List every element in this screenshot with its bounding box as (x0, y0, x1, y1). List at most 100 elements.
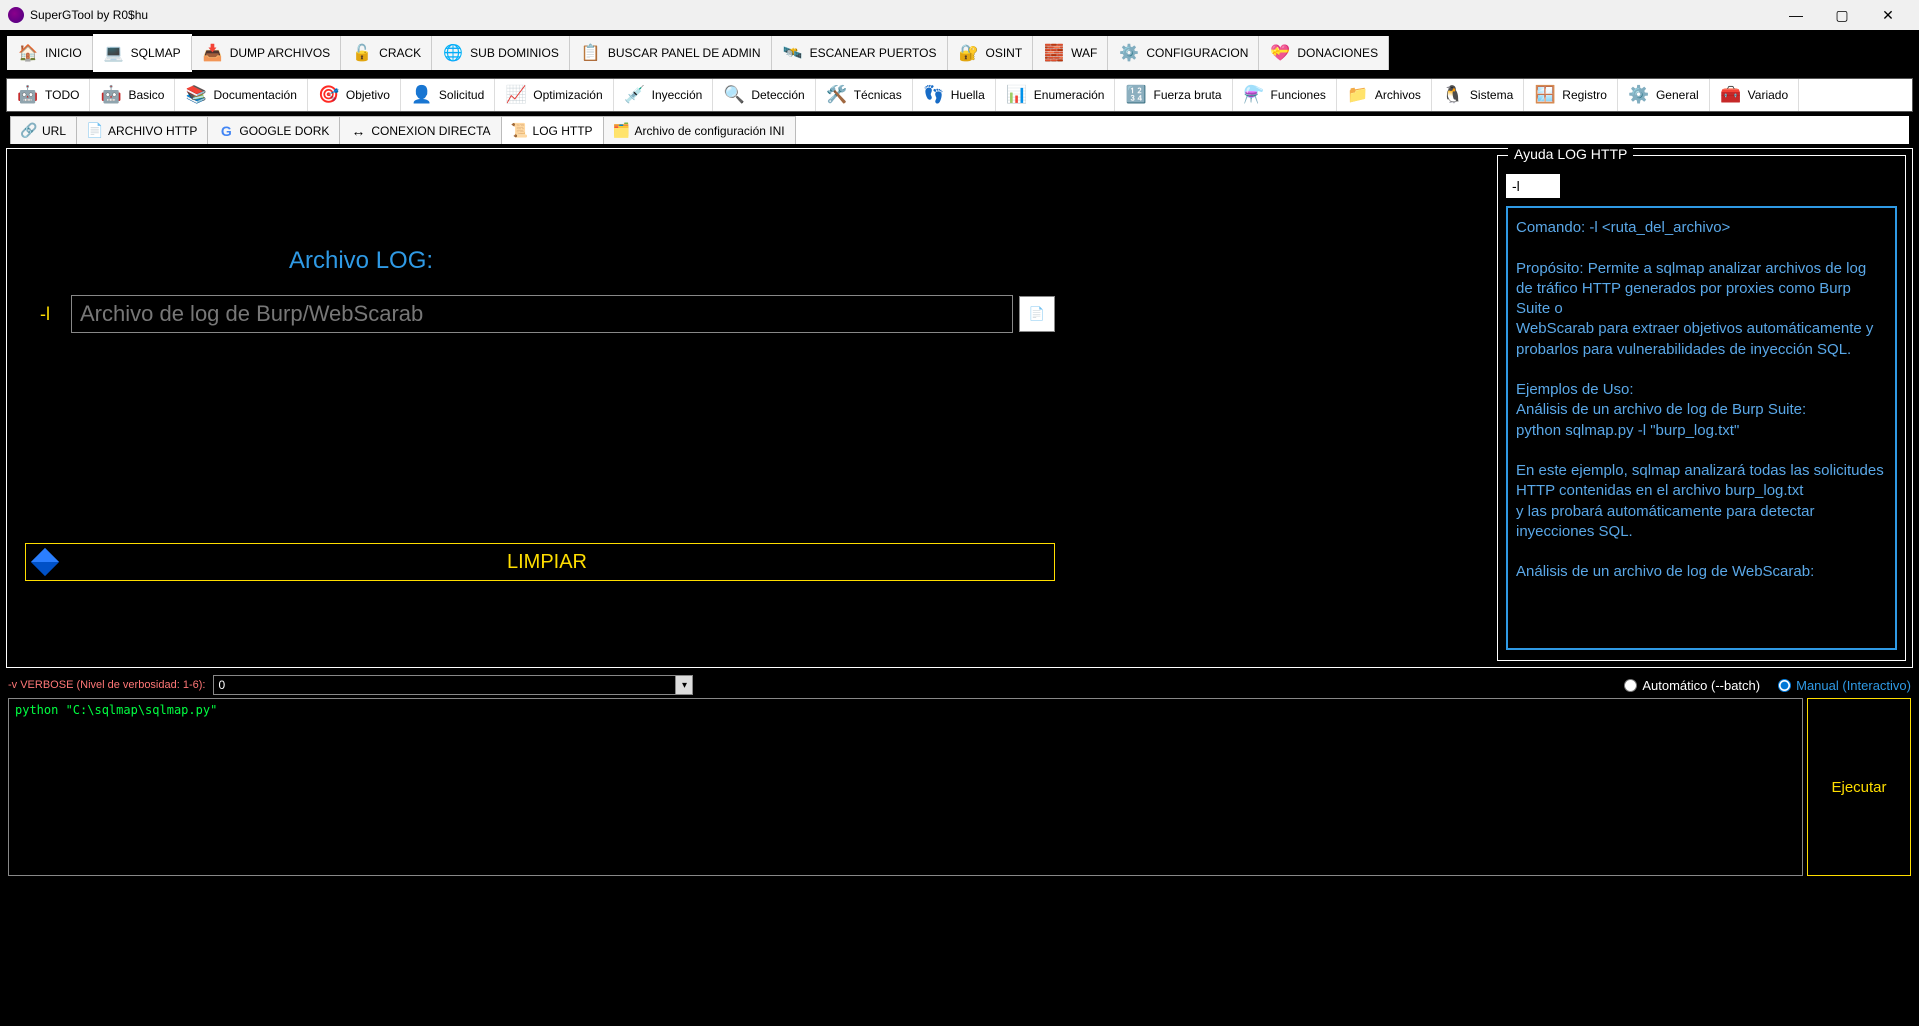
clear-button-label: LIMPIAR (507, 551, 587, 574)
clear-button[interactable]: LIMPIAR (25, 543, 1055, 581)
log-file-input[interactable] (71, 295, 1013, 333)
target-tab-url[interactable]: 🔗URL (10, 116, 77, 144)
verbose-select[interactable] (213, 675, 693, 695)
tab-icon: 📋 (580, 42, 602, 64)
main-tab-escanear-puertos[interactable]: 🛰️ESCANEAR PUERTOS (772, 36, 948, 70)
main-tab-sqlmap[interactable]: 💻SQLMAP (93, 36, 192, 70)
sub-tab-label: Fuerza bruta (1153, 88, 1221, 102)
maximize-button[interactable]: ▢ (1819, 0, 1865, 30)
main-tab-inicio[interactable]: 🏠 INICIO (7, 36, 93, 70)
tab-icon: ⚙️ (1118, 42, 1140, 64)
sub-tab-bar: 🤖TODO🤖Basico📚Documentación🎯Objetivo👤Soli… (6, 78, 1913, 112)
main-tab-waf[interactable]: 🧱WAF (1033, 36, 1108, 70)
target-tab-conexion-directa[interactable]: ↔ CONEXION DIRECTA (339, 116, 501, 144)
sub-tab-icon: 📈 (505, 84, 527, 106)
sub-tab-funciones[interactable]: ⚗️Funciones (1233, 79, 1337, 111)
tab-icon: 🏠 (17, 42, 39, 64)
log-section-title: Archivo LOG: (289, 247, 1065, 275)
sub-tab-variado[interactable]: 🧰 Variado (1710, 79, 1799, 111)
sub-tab-enumeración[interactable]: 📊Enumeración (996, 79, 1116, 111)
sub-tab-general[interactable]: ⚙️General (1618, 79, 1710, 111)
chevron-down-icon[interactable]: ▾ (675, 675, 693, 695)
sub-tab-archivos[interactable]: 📁Archivos (1337, 79, 1432, 111)
help-panel: Ayuda LOG HTTP -l Comando: -l <ruta_del_… (1497, 155, 1906, 661)
sub-tab-técnicas[interactable]: 🛠️Técnicas (816, 79, 913, 111)
target-tab-archivo-http[interactable]: 📄ARCHIVO HTTP (76, 116, 208, 144)
target-tab-archivo-de-configuración-ini[interactable]: 🗂️ Archivo de configuración INI (603, 116, 796, 144)
sub-tab-todo[interactable]: 🤖TODO (7, 79, 90, 111)
help-scroll-area[interactable]: Comando: -l <ruta_del_archivo> Propósito… (1506, 206, 1897, 650)
verbose-row: -v VERBOSE (Nivel de verbosidad: 1-6): ▾… (8, 674, 1911, 696)
tab-label: CRACK (379, 46, 421, 60)
sub-tab-icon: 🪟 (1534, 84, 1556, 106)
tab-icon: 🔓 (351, 42, 373, 64)
execute-label: Ejecutar (1831, 779, 1886, 796)
main-tab-bar: 🏠 INICIO 💻SQLMAP📥DUMP ARCHIVOS 🔓 CRACK 🌐SUB D… (2, 32, 1917, 74)
target-tab-label: CONEXION DIRECTA (371, 124, 490, 138)
mode-manual-radio[interactable]: Manual (Interactivo) (1778, 678, 1911, 693)
sub-tab-optimización[interactable]: 📈 Optimización (495, 79, 613, 111)
verbose-label: -v VERBOSE (Nivel de verbosidad: 1-6): (8, 679, 205, 691)
sub-tab-solicitud[interactable]: 👤Solicitud (401, 79, 495, 111)
target-tab-label: Archivo de configuración INI (635, 124, 785, 138)
target-tab-icon: 📄 (87, 123, 103, 139)
tab-label: DUMP ARCHIVOS (230, 46, 330, 60)
sub-tab-registro[interactable]: 🪟Registro (1524, 79, 1618, 111)
target-tab-label: URL (42, 124, 66, 138)
sub-tab-detección[interactable]: 🔍 Detección (713, 79, 815, 111)
main-tab-crack[interactable]: 🔓 CRACK (341, 36, 432, 70)
main-tab-sub-dominios[interactable]: 🌐SUB DOMINIOS (432, 36, 570, 70)
sub-tab-sistema[interactable]: 🐧Sistema (1432, 79, 1524, 111)
flag-label: -l (25, 304, 65, 325)
tab-label: WAF (1071, 46, 1097, 60)
main-tab-configuracion[interactable]: ⚙️CONFIGURACION (1108, 36, 1259, 70)
tab-label: ESCANEAR PUERTOS (810, 46, 937, 60)
sub-tab-label: Variado (1748, 88, 1788, 102)
sub-tab-basico[interactable]: 🤖Basico (90, 79, 175, 111)
main-tab-buscar-panel-de-admin[interactable]: 📋BUSCAR PANEL DE ADMIN (570, 36, 772, 70)
target-tab-icon: 🗂️ (614, 123, 630, 139)
sub-tab-huella[interactable]: 👣Huella (913, 79, 996, 111)
tab-label: SQLMAP (131, 46, 181, 60)
main-tab-osint[interactable]: 🔐OSINT (948, 36, 1034, 70)
main-tab-dump-archivos[interactable]: 📥DUMP ARCHIVOS (192, 36, 341, 70)
sub-tab-icon: 🔍 (723, 84, 745, 106)
eraser-icon (31, 548, 59, 576)
browse-file-button[interactable]: 📄 (1019, 296, 1055, 332)
sub-tab-label: Detección (751, 88, 804, 102)
sub-tab-label: Sistema (1470, 88, 1513, 102)
sub-tab-icon: 💉 (624, 84, 646, 106)
target-tab-log-http[interactable]: 📜LOG HTTP (501, 116, 604, 144)
target-tab-google-dork[interactable]: GGOOGLE DORK (207, 116, 340, 144)
google-icon: G (218, 123, 234, 139)
command-console[interactable]: python "C:\sqlmap\sqlmap.py" (8, 698, 1803, 876)
target-tab-icon: ↔ (350, 123, 366, 139)
sub-tab-label: Basico (128, 88, 164, 102)
sub-tab-inyección[interactable]: 💉 Inyección (614, 79, 714, 111)
sub-tab-objetivo[interactable]: 🎯Objetivo (308, 79, 401, 111)
sub-tab-label: Archivos (1375, 88, 1421, 102)
tab-label: INICIO (45, 46, 82, 60)
sub-tab-icon: 🧰 (1720, 84, 1742, 106)
radio-manual-input[interactable] (1778, 679, 1791, 692)
console-command-text: python "C:\sqlmap\sqlmap.py" (15, 703, 217, 717)
sub-tab-label: Optimización (533, 88, 602, 102)
sub-tab-label: Huella (951, 88, 985, 102)
close-button[interactable]: ✕ (1865, 0, 1911, 30)
tab-icon: 💝 (1269, 42, 1291, 64)
sub-tab-icon: 👤 (411, 84, 433, 106)
radio-auto-input[interactable] (1624, 679, 1637, 692)
tab-icon: 🔐 (958, 42, 980, 64)
minimize-button[interactable]: — (1773, 0, 1819, 30)
sub-tab-label: Funciones (1271, 88, 1326, 102)
sub-tab-documentación[interactable]: 📚Documentación (175, 79, 307, 111)
mode-auto-label: Automático (--batch) (1642, 678, 1760, 693)
mode-auto-radio[interactable]: Automático (--batch) (1624, 678, 1760, 693)
sub-tab-fuerza-bruta[interactable]: 🔢Fuerza bruta (1115, 79, 1232, 111)
target-tab-icon: 📜 (512, 123, 528, 139)
main-tab-donaciones[interactable]: 💝DONACIONES (1259, 36, 1389, 70)
execute-button[interactable]: Ejecutar (1807, 698, 1911, 876)
sub-tab-icon: 🛠️ (826, 84, 848, 106)
help-body-text: Comando: -l <ruta_del_archivo> Propósito… (1516, 218, 1887, 583)
sub-tab-label: Inyección (652, 88, 703, 102)
